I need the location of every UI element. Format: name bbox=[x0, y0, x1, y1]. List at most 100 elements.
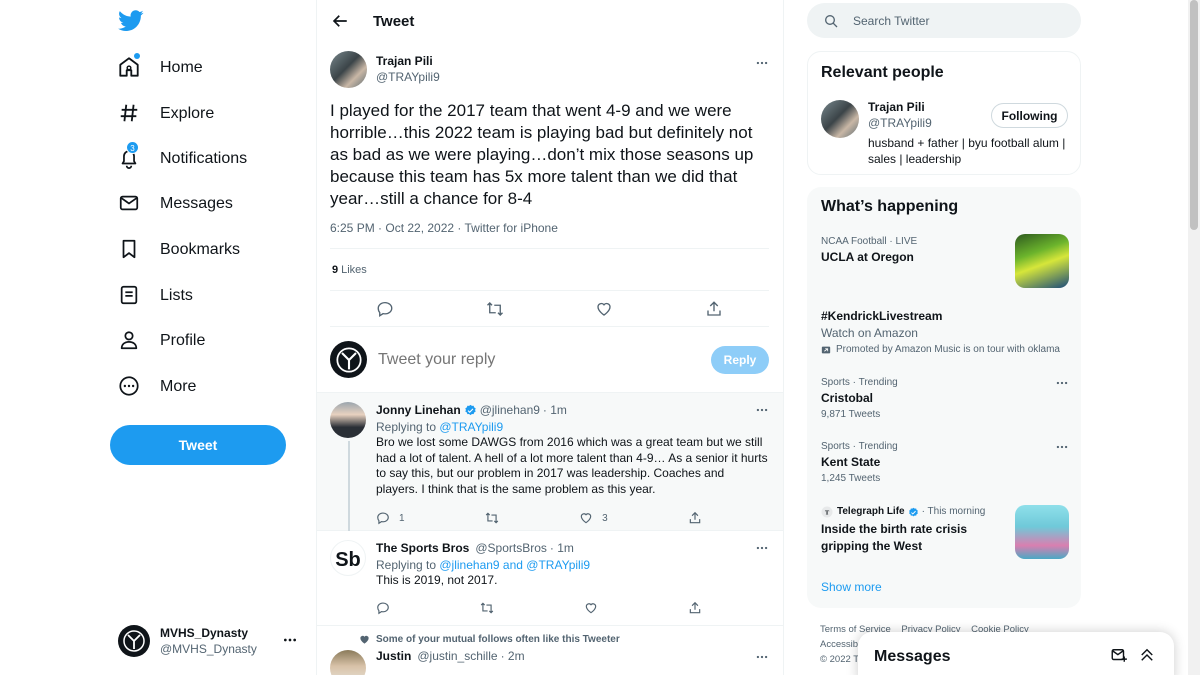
mutual-follows-note: Some of your mutual follows often like t… bbox=[359, 631, 769, 647]
trend-item[interactable]: #KendrickLivestream Watch on Amazon Prom… bbox=[821, 308, 1069, 357]
telegraph-logo-icon: T bbox=[821, 506, 833, 518]
page-title: Tweet bbox=[373, 12, 415, 30]
nav-messages-label: Messages bbox=[160, 195, 233, 212]
reply-action[interactable] bbox=[376, 601, 390, 615]
trend-item[interactable]: Sports · Trending Cristobal 9,871 Tweets bbox=[821, 376, 1069, 422]
person-avatar[interactable] bbox=[821, 100, 859, 138]
back-arrow-icon[interactable] bbox=[331, 12, 349, 30]
svg-text:T: T bbox=[825, 509, 830, 516]
replying-to-link[interactable]: @TRAYpili9 bbox=[439, 420, 503, 434]
nav-lists[interactable]: Lists bbox=[110, 276, 201, 316]
more-horizontal-icon[interactable] bbox=[1055, 440, 1069, 454]
author-handle[interactable]: @TRAYpili9 bbox=[376, 69, 440, 85]
news-time: · This morning bbox=[921, 506, 986, 517]
trend-item[interactable]: NCAA Football · LIVE UCLA at Oregon bbox=[821, 234, 1069, 295]
show-more-link[interactable]: Show more bbox=[821, 580, 882, 594]
whats-happening-title: What’s happening bbox=[821, 198, 959, 215]
share-action[interactable] bbox=[688, 601, 702, 615]
nav-home-label: Home bbox=[160, 59, 203, 76]
nav-messages[interactable]: Messages bbox=[110, 184, 241, 224]
reply-author-handle[interactable]: @jlinehan9 bbox=[480, 401, 540, 419]
nav-explore[interactable]: Explore bbox=[110, 94, 222, 134]
nav-notifications[interactable]: 3 Notifications bbox=[110, 139, 255, 179]
tweet-timestamp[interactable]: 6:25 PM · Oct 22, 2022 · Twitter for iPh… bbox=[330, 221, 769, 249]
share-icon[interactable] bbox=[705, 300, 723, 318]
heart-icon bbox=[585, 602, 597, 613]
trend-name: #KendrickLivestream bbox=[821, 309, 943, 323]
sports-bros-logo-icon: Sb bbox=[335, 549, 361, 571]
retweet-action[interactable] bbox=[480, 601, 494, 615]
news-headline: Inside the birth rate crisis gripping th… bbox=[821, 522, 968, 553]
promoted-text: Promoted by Amazon Music is on tour with… bbox=[836, 344, 1060, 355]
reply-author-name[interactable]: The Sports Bros bbox=[376, 539, 469, 557]
nav-home[interactable]: Home bbox=[110, 48, 211, 88]
reply-time[interactable]: · 1m bbox=[543, 401, 567, 419]
author-name[interactable]: Trajan Pili bbox=[376, 53, 440, 69]
following-button[interactable]: Following bbox=[991, 103, 1068, 128]
account-switcher[interactable]: MVHS_Dynasty @MVHS_Dynasty bbox=[110, 618, 306, 664]
like-action[interactable]: 3 bbox=[579, 511, 608, 525]
reply-author-name[interactable]: Justin bbox=[376, 647, 411, 665]
likes-count: 9 bbox=[332, 263, 339, 276]
nav-explore-label: Explore bbox=[160, 105, 215, 122]
reply-author-handle[interactable]: @SportsBros bbox=[475, 539, 547, 557]
reply-icon bbox=[377, 601, 389, 614]
share-icon bbox=[689, 601, 701, 613]
reply-action[interactable]: 1 bbox=[376, 511, 405, 525]
likes-count-row[interactable]: 9 Likes bbox=[330, 249, 769, 291]
scrollbar-thumb[interactable] bbox=[1190, 0, 1198, 230]
heart-icon[interactable] bbox=[595, 300, 613, 318]
more-horizontal-icon[interactable] bbox=[755, 56, 769, 70]
search-bar[interactable] bbox=[807, 3, 1081, 38]
trend-item[interactable]: Sports · Trending Kent State 1,245 Tweet… bbox=[821, 440, 1069, 486]
more-horizontal-icon[interactable] bbox=[755, 541, 769, 555]
retweet-icon bbox=[480, 602, 494, 613]
nav-profile-label: Profile bbox=[160, 332, 206, 349]
reply-icon[interactable] bbox=[376, 300, 394, 318]
compose-tweet-button[interactable]: Tweet bbox=[110, 425, 286, 465]
news-thumbnail-image bbox=[1015, 505, 1069, 559]
reply-avatar[interactable]: Sb bbox=[330, 540, 366, 576]
new-message-icon[interactable] bbox=[1110, 646, 1128, 664]
retweet-icon[interactable] bbox=[486, 300, 504, 318]
reply-tweet[interactable]: Jonny Linehan @jlinehan9 · 1m Replying t… bbox=[317, 393, 783, 531]
news-item[interactable]: T Telegraph Life · This morning Inside t… bbox=[821, 505, 1069, 561]
reply-text: Bro we lost some DAWGS from 2016 which w… bbox=[376, 435, 768, 496]
expand-up-icon[interactable] bbox=[1138, 646, 1156, 664]
more-horizontal-icon[interactable] bbox=[755, 403, 769, 417]
nav-profile[interactable]: Profile bbox=[110, 321, 213, 361]
reply-avatar[interactable] bbox=[330, 402, 366, 438]
more-horizontal-icon[interactable] bbox=[1055, 376, 1069, 390]
mutual-follows-text: Some of your mutual follows often like t… bbox=[376, 633, 620, 645]
relevant-people-card: Relevant people Trajan Pili @TRAYpili9 h… bbox=[807, 51, 1081, 175]
twitter-logo-icon[interactable] bbox=[118, 10, 144, 32]
reply-button[interactable]: Reply bbox=[711, 346, 769, 374]
page-scrollbar[interactable] bbox=[1188, 0, 1200, 675]
reply-input[interactable] bbox=[378, 350, 678, 369]
reply-author-handle[interactable]: @justin_schille bbox=[417, 647, 497, 665]
nav-bookmarks[interactable]: Bookmarks bbox=[110, 230, 248, 270]
reply-icon bbox=[377, 512, 389, 525]
account-handle: @MVHS_Dynasty bbox=[160, 642, 257, 656]
retweet-action[interactable] bbox=[485, 511, 499, 525]
nav-more[interactable]: More bbox=[110, 367, 204, 407]
my-avatar bbox=[330, 341, 367, 378]
reply-avatar[interactable] bbox=[330, 650, 366, 675]
reply-tweet[interactable]: Sb The Sports Bros @SportsBros · 1m Repl… bbox=[317, 531, 783, 626]
reply-time[interactable]: · 2m bbox=[501, 647, 525, 665]
account-name: MVHS_Dynasty bbox=[160, 626, 249, 640]
thread-line bbox=[348, 441, 350, 531]
reply-count: 1 bbox=[399, 512, 405, 524]
reply-time[interactable]: · 1m bbox=[550, 539, 574, 557]
replying-to-link[interactable]: @jlinehan9 and @TRAYpili9 bbox=[439, 558, 590, 572]
reply-author-name[interactable]: Jonny Linehan bbox=[376, 401, 461, 419]
author-avatar[interactable] bbox=[330, 50, 367, 88]
messages-drawer[interactable]: Messages bbox=[858, 632, 1174, 675]
more-horizontal-icon[interactable] bbox=[755, 650, 769, 664]
verified-badge-icon bbox=[908, 507, 919, 518]
search-input[interactable] bbox=[853, 13, 1053, 28]
retweet-icon bbox=[485, 512, 499, 524]
reply-tweet[interactable]: Some of your mutual follows often like t… bbox=[317, 626, 783, 675]
share-action[interactable] bbox=[688, 511, 702, 525]
like-action[interactable] bbox=[584, 601, 598, 615]
